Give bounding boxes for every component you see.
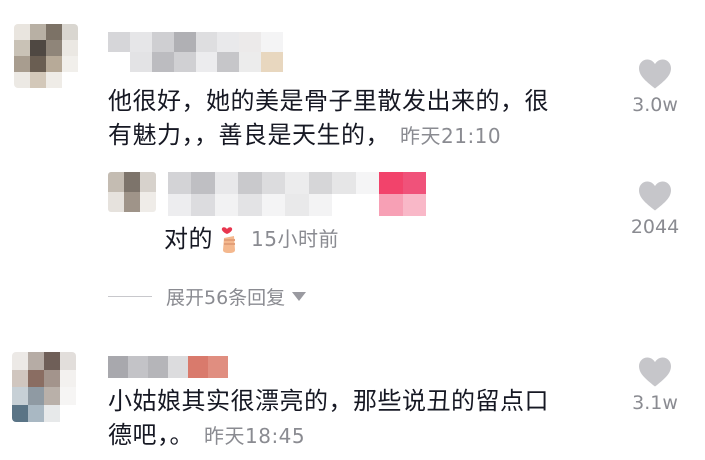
expand-replies-label: 展开56条回复 [166, 287, 286, 309]
comment-text-tail: 德吧，。 [108, 421, 194, 449]
timestamp: 昨天18:45 [204, 424, 306, 448]
timestamp: 15小时前 [251, 227, 339, 251]
finger-heart-emoji-icon [221, 227, 235, 253]
comment-text-line: 小姑娘其实很漂亮的，那些说丑的留点口 [108, 387, 549, 415]
comment-text-line: 有魅力，，善良是天生的， 昨天21:10 [108, 118, 608, 153]
reply-text-content: 对的 [164, 225, 213, 253]
like-button[interactable]: 2044 [620, 180, 690, 238]
comment-text: 小姑娘其实很漂亮的，那些说丑的留点口 德吧，。 昨天18:45 [108, 384, 608, 453]
avatar[interactable] [12, 352, 76, 422]
divider [108, 296, 152, 297]
comment-text-line: 他很好，她的美是骨子里散发出来的，很 [108, 87, 549, 115]
heart-icon [639, 357, 671, 387]
avatar[interactable] [108, 172, 156, 212]
username[interactable] [168, 172, 426, 216]
username[interactable] [108, 356, 228, 378]
reply-text: 对的 15小时前 [164, 222, 339, 256]
username[interactable] [108, 32, 283, 72]
like-count: 2044 [630, 216, 680, 238]
like-count: 3.0w [632, 94, 678, 116]
avatar[interactable] [14, 24, 78, 88]
timestamp: 昨天21:10 [400, 124, 502, 148]
comment-text-line: 德吧，。 昨天18:45 [108, 418, 608, 453]
like-button[interactable]: 3.1w [620, 356, 690, 414]
heart-icon [639, 181, 671, 211]
chevron-down-icon [292, 292, 307, 301]
comment-text-tail: 有魅力，，善良是天生的， [108, 121, 390, 149]
expand-replies-button[interactable]: 展开56条回复 [108, 283, 307, 310]
like-button[interactable]: 3.0w [620, 58, 690, 116]
comment-text: 他很好，她的美是骨子里散发出来的，很 有魅力，，善良是天生的， 昨天21:10 [108, 84, 608, 153]
like-count: 3.1w [632, 392, 678, 414]
heart-icon [639, 59, 671, 89]
